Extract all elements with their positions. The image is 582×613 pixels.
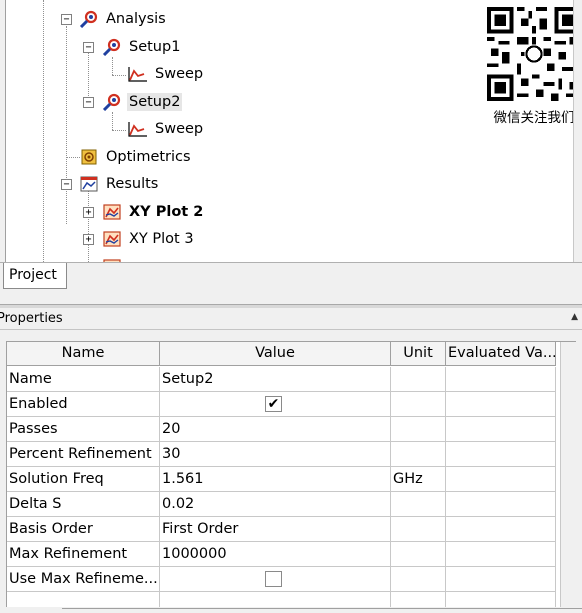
expand-analysis-toggle[interactable]: − bbox=[61, 14, 72, 25]
property-unit-cell[interactable] bbox=[391, 417, 446, 442]
tree-item-setup1[interactable]: Setup1 bbox=[101, 36, 182, 58]
property-value-cell[interactable]: ✔ bbox=[160, 392, 391, 417]
project-tree[interactable]: − Analysis − Setup1 Sweep − Setup2 Sweep bbox=[5, 0, 573, 262]
setup-icon bbox=[101, 38, 123, 56]
property-evaluated-cell bbox=[446, 492, 556, 517]
optimetrics-icon bbox=[78, 148, 100, 166]
tree-connector bbox=[112, 130, 126, 131]
property-name-cell: Delta S bbox=[7, 492, 160, 517]
column-header-name[interactable]: Name bbox=[7, 342, 160, 366]
tree-item-results[interactable]: Results bbox=[78, 173, 160, 195]
divider bbox=[62, 608, 582, 613]
properties-title: Properties bbox=[0, 311, 63, 326]
tree-item-label: Setup2 bbox=[127, 93, 183, 111]
tree-item-label: Sweep bbox=[155, 66, 204, 82]
setup-icon bbox=[101, 93, 123, 111]
property-evaluated-cell bbox=[446, 392, 556, 417]
tree-item-setup2[interactable]: Setup2 bbox=[101, 91, 183, 113]
tree-connector bbox=[112, 112, 113, 130]
property-unit-cell[interactable] bbox=[391, 567, 446, 592]
tree-item-label: Sweep bbox=[155, 121, 204, 137]
tree-scrollbar[interactable] bbox=[573, 0, 582, 262]
property-evaluated-cell bbox=[446, 442, 556, 467]
analysis-icon bbox=[78, 10, 100, 28]
property-unit-cell[interactable] bbox=[391, 392, 446, 417]
collapse-arrow-icon[interactable]: ▲ bbox=[571, 312, 578, 322]
property-name-cell: Name bbox=[7, 367, 160, 392]
property-name-cell: Passes bbox=[7, 417, 160, 442]
tree-item-analysis[interactable]: Analysis bbox=[78, 8, 168, 30]
tree-connector bbox=[112, 57, 113, 75]
property-name-cell: Percent Refinement bbox=[7, 442, 160, 467]
tree-item-label: Optimetrics bbox=[106, 149, 191, 165]
expand-results-toggle[interactable]: − bbox=[61, 179, 72, 190]
qr-code-panel: 微信关注我们 bbox=[484, 4, 573, 128]
use-max-refinement-checkbox[interactable] bbox=[265, 571, 282, 587]
tree-item-xy-plot-3[interactable]: XY Plot 3 bbox=[101, 228, 196, 250]
tab-project[interactable]: Project bbox=[3, 263, 67, 289]
property-evaluated-cell bbox=[446, 417, 556, 442]
tree-item-label: Analysis bbox=[106, 11, 166, 27]
tree-item-label: Setup1 bbox=[129, 39, 181, 55]
property-evaluated-cell bbox=[446, 517, 556, 542]
property-name-cell: Enabled bbox=[7, 392, 160, 417]
tree-connector bbox=[43, 0, 44, 262]
property-unit-cell[interactable] bbox=[391, 442, 446, 467]
tree-item-label: XY Plot 2 bbox=[129, 204, 204, 220]
qr-code-icon bbox=[487, 7, 573, 101]
property-value-cell[interactable]: 1.561 bbox=[160, 467, 391, 492]
tree-connector bbox=[88, 190, 89, 262]
property-value-cell[interactable]: 20 bbox=[160, 417, 391, 442]
property-name-cell: Solution Freq bbox=[7, 467, 160, 492]
property-unit-cell[interactable] bbox=[391, 542, 446, 567]
expand-xy-plot-3-toggle[interactable]: + bbox=[83, 234, 94, 245]
property-evaluated-cell bbox=[446, 567, 556, 592]
expand-xy-plot-2-toggle[interactable]: + bbox=[83, 207, 94, 218]
sweep-icon bbox=[127, 120, 149, 138]
empty-row-cell bbox=[391, 592, 446, 607]
property-unit-cell[interactable] bbox=[391, 367, 446, 392]
property-evaluated-cell bbox=[446, 367, 556, 392]
tree-item-label: Results bbox=[106, 176, 159, 192]
property-name-cell: Max Refinement bbox=[7, 542, 160, 567]
property-unit-cell[interactable] bbox=[391, 492, 446, 517]
column-header-unit[interactable]: Unit bbox=[391, 342, 446, 366]
empty-row-cell bbox=[7, 592, 160, 607]
tree-item-sweep[interactable]: Sweep bbox=[127, 63, 205, 85]
tree-item-sweep[interactable]: Sweep bbox=[127, 118, 205, 140]
properties-grid: Name Value Unit Evaluated Va... Name Set… bbox=[6, 341, 576, 607]
property-unit-cell[interactable]: GHz bbox=[391, 467, 446, 492]
property-name-cell: Basis Order bbox=[7, 517, 160, 542]
qr-caption: 微信关注我们 bbox=[493, 110, 574, 126]
grid-scrollbar[interactable] bbox=[560, 342, 576, 607]
expand-setup1-toggle[interactable]: − bbox=[83, 42, 94, 53]
empty-row-cell bbox=[446, 592, 556, 607]
property-evaluated-cell bbox=[446, 467, 556, 492]
tree-connector bbox=[66, 26, 67, 224]
tree-item-xy-plot-2[interactable]: XY Plot 2 bbox=[101, 201, 205, 223]
property-value-cell[interactable]: 0.02 bbox=[160, 492, 391, 517]
column-header-evaluated[interactable]: Evaluated Va... bbox=[446, 342, 556, 366]
property-value-cell[interactable]: Setup2 bbox=[160, 367, 391, 392]
property-value-cell[interactable]: 30 bbox=[160, 442, 391, 467]
property-value-cell[interactable]: 1000000 bbox=[160, 542, 391, 567]
expand-setup2-toggle[interactable]: − bbox=[83, 97, 94, 108]
tab-strip: Project bbox=[0, 262, 582, 292]
properties-header: Properties ▲ bbox=[0, 308, 582, 330]
property-name-cell: Use Max Refineme... bbox=[7, 567, 160, 592]
xy-plot-icon bbox=[101, 230, 123, 248]
xy-plot-icon bbox=[101, 203, 123, 221]
property-unit-cell[interactable] bbox=[391, 517, 446, 542]
tree-item-optimetrics[interactable]: Optimetrics bbox=[78, 146, 193, 168]
enabled-checkbox[interactable]: ✔ bbox=[265, 396, 282, 412]
property-evaluated-cell bbox=[446, 542, 556, 567]
property-value-cell[interactable]: First Order bbox=[160, 517, 391, 542]
tree-item-label: XY Plot 3 bbox=[129, 231, 194, 247]
results-icon bbox=[78, 175, 100, 193]
sweep-icon bbox=[127, 65, 149, 83]
column-header-value[interactable]: Value bbox=[160, 342, 391, 366]
property-value-cell[interactable] bbox=[160, 567, 391, 592]
empty-row-cell bbox=[160, 592, 391, 607]
tree-connector bbox=[112, 75, 126, 76]
